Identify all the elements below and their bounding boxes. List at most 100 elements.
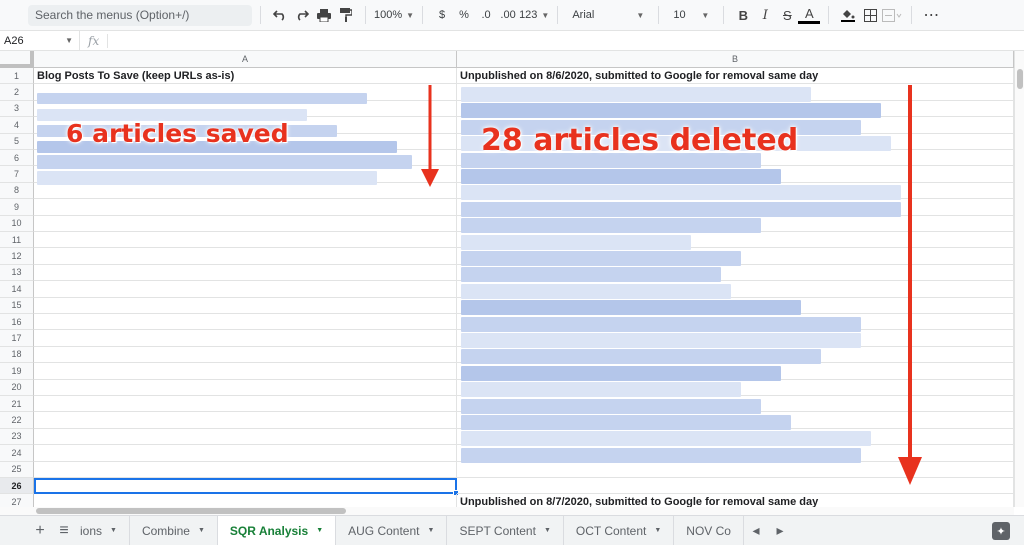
cell-a21[interactable] [34,396,457,413]
row-header[interactable]: 24 [0,445,34,462]
decrease-decimals-button[interactable]: .0 [475,4,497,26]
sheet-tab[interactable]: OCT Content ▼ [564,515,675,545]
formula-input[interactable] [108,31,1024,51]
cell-a26[interactable] [34,478,459,497]
menu-search-input[interactable]: Search the menus (Option+/) [28,4,252,26]
sheet-tab[interactable]: ions ▼ [76,515,130,545]
cell-a13[interactable] [34,264,457,282]
cell-b25[interactable] [457,461,1014,478]
row-header[interactable]: 12 [0,248,34,265]
add-sheet-button[interactable]: + [28,516,52,545]
sheet-tab[interactable]: SEPT Content ▼ [447,515,564,545]
sheet-tab[interactable]: SQR Analysis ▼ [217,515,337,545]
borders-icon[interactable] [859,4,881,26]
row-header[interactable]: 8 [0,182,34,200]
chevron-down-icon[interactable]: ▼ [654,527,661,534]
merge-cells-icon[interactable] [881,4,903,26]
row-header[interactable]: 9 [0,199,34,216]
cell-a15[interactable] [34,297,457,314]
sheet-tab[interactable]: AUG Content ▼ [336,515,448,545]
sheet-tab[interactable]: NOV Co [674,515,744,545]
scroll-tabs-left-button[interactable]: ◂ [744,516,768,545]
cell-b27[interactable]: Unpublished on 8/7/2020, submitted to Go… [457,494,1014,507]
row-header[interactable]: 4 [0,117,34,134]
row-header[interactable]: 20 [0,379,34,396]
row-header[interactable]: 18 [0,346,34,364]
cell-a23[interactable] [34,428,457,446]
all-sheets-button[interactable]: ≡ [52,516,76,545]
row-header[interactable]: 19 [0,363,34,380]
cell-a17[interactable] [34,330,457,347]
bold-button[interactable]: B [732,4,754,26]
column-header-a[interactable]: A [34,51,457,68]
row-header[interactable]: 2 [0,84,34,101]
redo-icon[interactable] [291,4,313,26]
row-header[interactable]: 14 [0,281,34,298]
column-header-b[interactable]: B [457,51,1014,68]
cell-a1[interactable]: Blog Posts To Save (keep URLs as-is) [34,68,457,85]
scroll-tabs-right-button[interactable]: ▸ [768,516,792,545]
italic-button[interactable]: I [754,4,776,26]
vertical-scrollbar[interactable] [1014,51,1024,507]
cell-a8[interactable] [34,182,457,200]
paint-format-icon[interactable] [335,4,357,26]
cell-a20[interactable] [34,379,457,396]
print-icon[interactable] [313,4,335,26]
percent-format-button[interactable]: % [453,4,475,26]
scroll-thumb[interactable] [1017,69,1023,89]
currency-format-button[interactable]: $ [431,4,453,26]
horizontal-scrollbar[interactable] [0,507,1014,515]
font-select[interactable]: Arial ▼ [566,4,650,26]
text-color-button[interactable]: A [798,6,821,24]
increase-decimals-button[interactable]: .00 [497,4,519,26]
cell-a25[interactable] [34,461,457,478]
cell-a9[interactable] [34,199,457,216]
row-header[interactable]: 6 [0,150,34,167]
row-header[interactable]: 21 [0,396,34,413]
cell-b1[interactable]: Unpublished on 8/6/2020, submitted to Go… [457,68,1014,85]
row-header[interactable]: 25 [0,461,34,478]
row-header[interactable]: 10 [0,215,34,232]
chevron-down-icon[interactable]: ▼ [198,527,205,534]
row-header[interactable]: 3 [0,100,34,118]
row-header[interactable]: 17 [0,330,34,347]
row-header[interactable]: 16 [0,314,34,331]
chevron-down-icon[interactable]: ▼ [316,527,323,534]
cell-a14[interactable] [34,281,457,298]
scroll-thumb[interactable] [36,508,346,514]
chevron-down-icon[interactable]: ▼ [428,527,435,534]
row-header[interactable]: 26 [0,478,34,495]
cell-b26[interactable] [457,478,1014,495]
strikethrough-button[interactable]: S [776,4,798,26]
undo-icon[interactable] [269,4,291,26]
sheet-tab[interactable]: Combine ▼ [130,515,218,545]
cell-a16[interactable] [34,314,457,331]
row-header[interactable]: 11 [0,232,34,249]
cell-a22[interactable] [34,412,457,429]
more-formats-select[interactable]: 123 ▼ [519,4,549,26]
cell-a10[interactable] [34,215,457,232]
cell-a18[interactable] [34,346,457,364]
more-icon[interactable]: ⋯ [920,4,942,26]
select-all-corner[interactable] [0,51,34,68]
font-size-select[interactable]: 10 ▼ [667,4,715,26]
chevron-down-icon[interactable]: ▼ [110,527,117,534]
chevron-down-icon[interactable]: ▼ [544,527,551,534]
row-header[interactable]: 27 [0,494,34,507]
name-box[interactable]: A26 ▼ [0,30,80,51]
row-header[interactable]: 23 [0,428,34,446]
row-header[interactable]: 7 [0,166,34,183]
cell-a24[interactable] [34,445,457,462]
zoom-select[interactable]: 100% ▼ [374,4,414,26]
cell-a11[interactable] [34,232,457,249]
cell-a27[interactable] [34,494,457,507]
explore-icon[interactable]: ✦ [992,522,1010,540]
fill-color-icon[interactable] [837,4,859,26]
row-header[interactable]: 15 [0,297,34,314]
cell-a19[interactable] [34,363,457,380]
row-header[interactable]: 22 [0,412,34,429]
sheet-grid[interactable]: A B 1 Blog Posts To Save (keep URLs as-is… [0,51,1014,507]
row-header[interactable]: 13 [0,264,34,282]
row-header[interactable]: 5 [0,133,34,150]
row-header[interactable]: 1 [0,68,34,85]
